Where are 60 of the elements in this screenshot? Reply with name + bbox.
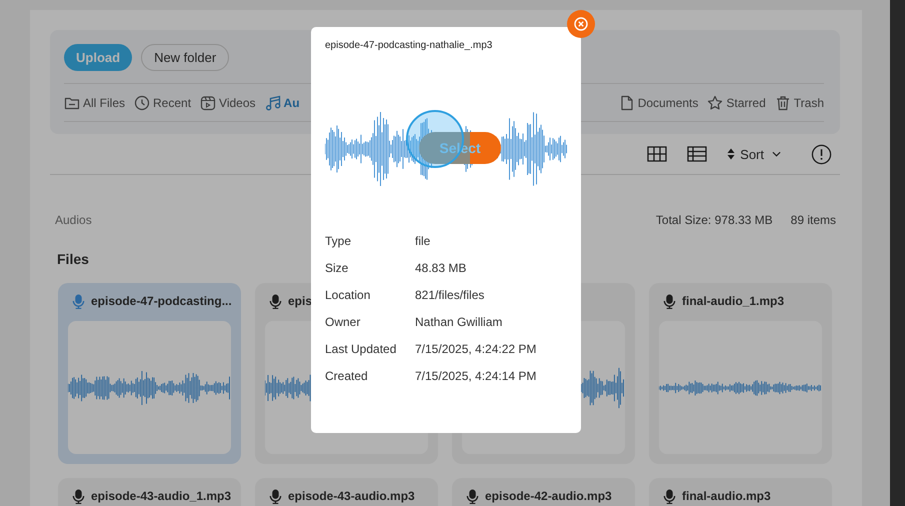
nav-tab[interactable]: All Files (64, 95, 126, 111)
detail-value: 48.83 MB (415, 261, 468, 275)
nav-tab[interactable]: Videos (200, 95, 256, 111)
sort-button[interactable]: Sort (727, 146, 781, 162)
audio-file-card[interactable]: final-audio_1.mp3 (649, 283, 832, 464)
detail-label: Location (325, 288, 372, 302)
nav-tab[interactable]: Au (264, 95, 300, 111)
nav-tab[interactable]: Starred (707, 95, 766, 111)
detail-label: Last Updated (325, 342, 398, 356)
file-name: episode-42-audio.mp3 (485, 489, 612, 503)
info-icon[interactable] (811, 144, 832, 164)
music-note-icon (264, 95, 281, 111)
close-icon (574, 17, 588, 31)
dialog-title: episode-47-podcasting-nathalie_.mp3 (325, 40, 494, 51)
detail-value: 7/15/2025, 4:24:22 PM (415, 342, 538, 356)
microphone-icon (466, 488, 479, 504)
nav-tab[interactable]: Documents (618, 95, 698, 111)
total-size: Total Size: 978.33 MB (656, 213, 773, 227)
microphone-icon (663, 294, 676, 308)
file-name: epis (288, 294, 312, 308)
audio-file-card[interactable]: episode-47-podcasting... (58, 283, 241, 464)
file-name: episode-43-audio_1.mp3 (91, 489, 232, 503)
detail-label: Size (325, 261, 350, 275)
sort-arrows-icon (727, 148, 736, 160)
chevron-down-icon (772, 151, 781, 157)
detail-value: 821/files/files (415, 288, 486, 302)
file-name: episode-43-audio.mp3 (288, 489, 415, 503)
detail-label: Created (325, 369, 369, 383)
nav-tab[interactable]: Trash (774, 95, 824, 111)
document-icon (618, 95, 635, 111)
star-icon (707, 95, 724, 111)
file-name: final-audio_1.mp3 (682, 294, 784, 308)
microphone-icon (72, 488, 85, 504)
detail-label: Type (325, 234, 352, 248)
scrollbar[interactable] (890, 0, 905, 506)
item-count: 89 items (790, 213, 836, 227)
detail-value: file (415, 234, 432, 248)
section-label: Audios (55, 213, 93, 227)
detail-value: Nathan Gwilliam (415, 315, 504, 329)
microphone-icon (269, 488, 282, 504)
trash-icon (774, 95, 791, 111)
detail-label: Owner (325, 315, 362, 329)
clock-icon (134, 95, 150, 111)
detail-value: 7/15/2025, 4:24:14 PM (415, 369, 538, 383)
audio-file-card[interactable]: episode-43-audio.mp3 (255, 478, 438, 506)
nav-tab[interactable]: Recent (134, 95, 192, 111)
video-icon (200, 95, 216, 111)
file-name: final-audio.mp3 (682, 489, 771, 503)
files-heading: Files (57, 251, 90, 267)
list-view-icon[interactable] (687, 146, 708, 162)
grid-view-icon[interactable] (647, 146, 668, 162)
microphone-icon (663, 488, 676, 504)
new-folder-button[interactable]: New folder (141, 44, 230, 71)
file-name: episode-47-podcasting... (91, 294, 232, 308)
audio-file-card[interactable]: final-audio.mp3 (649, 478, 832, 506)
audio-file-card[interactable]: episode-43-audio_1.mp3 (58, 478, 241, 506)
microphone-icon (72, 294, 85, 308)
audio-file-card[interactable]: episode-42-audio.mp3 (452, 478, 635, 506)
folder-icon (64, 95, 80, 111)
microphone-icon (269, 294, 282, 308)
